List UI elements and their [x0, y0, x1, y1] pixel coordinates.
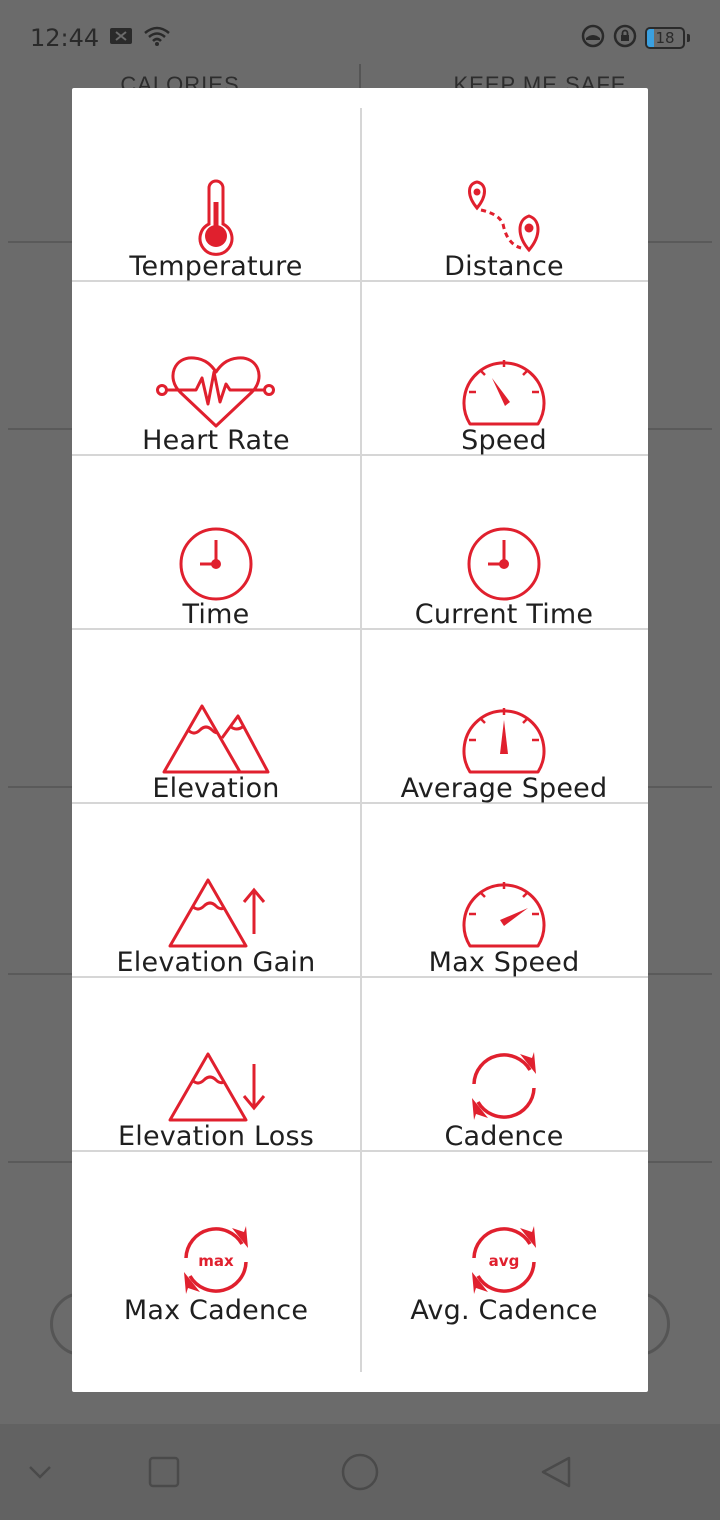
metric-max-cadence[interactable]: max Max Cadence	[72, 1150, 360, 1326]
thermometer-icon	[156, 144, 276, 256]
message-icon	[109, 26, 133, 50]
clock-icon	[156, 492, 276, 602]
back-button[interactable]	[532, 1448, 580, 1496]
metric-elevation-loss[interactable]: Elevation Loss	[72, 976, 360, 1152]
metric-label: Max Speed	[428, 947, 580, 978]
metric-label: Time	[182, 599, 250, 630]
speedometer-mid-icon	[444, 666, 564, 776]
metric-label: Speed	[461, 425, 547, 456]
metric-average-speed[interactable]: Average Speed	[360, 628, 648, 804]
speedometer-icon	[444, 318, 564, 428]
metric-label: Elevation	[152, 773, 280, 804]
wifi-icon	[143, 25, 171, 51]
status-time: 12:44	[30, 24, 100, 52]
mountains-icon	[156, 666, 276, 776]
metric-current-time[interactable]: Current Time	[360, 454, 648, 630]
home-button[interactable]	[336, 1448, 384, 1496]
metric-elevation-gain[interactable]: Elevation Gain	[72, 802, 360, 978]
metric-time[interactable]: Time	[72, 454, 360, 630]
metric-label: Avg. Cadence	[410, 1295, 598, 1326]
metric-label: Heart Rate	[142, 425, 290, 456]
metric-label: Current Time	[414, 599, 594, 630]
clock-icon	[444, 492, 564, 602]
vpn-lock-icon	[613, 24, 637, 52]
metric-label: Temperature	[129, 251, 303, 282]
battery-tip	[687, 34, 690, 42]
route-pins-icon	[444, 144, 564, 254]
metric-label: Distance	[444, 251, 564, 282]
mountain-down-icon	[156, 1014, 276, 1124]
icon-text: max	[198, 1252, 234, 1270]
cycle-arrows-max-icon: max	[156, 1188, 276, 1298]
cycle-arrows-icon	[444, 1014, 564, 1124]
metric-temperature[interactable]: Temperature	[72, 106, 360, 282]
metric-distance[interactable]: Distance	[360, 106, 648, 282]
metric-picker-dialog: Temperature Distance Heart Rate Speed Ti…	[72, 88, 648, 1392]
mountain-up-icon	[156, 840, 276, 950]
cycle-arrows-avg-icon: avg	[444, 1188, 564, 1298]
battery-icon: 18	[645, 27, 685, 49]
speedometer-max-icon	[444, 840, 564, 950]
metric-heart-rate[interactable]: Heart Rate	[72, 280, 360, 456]
recents-button[interactable]	[140, 1448, 188, 1496]
metric-label: Average Speed	[400, 773, 608, 804]
heart-rate-icon	[156, 318, 276, 428]
metric-label: Elevation Loss	[117, 1121, 315, 1152]
navigation-bar	[0, 1424, 720, 1520]
metric-label: Max Cadence	[123, 1295, 309, 1326]
metric-avg-cadence[interactable]: avg Avg. Cadence	[360, 1150, 648, 1326]
metric-cadence[interactable]: Cadence	[360, 976, 648, 1152]
metric-label: Cadence	[444, 1121, 564, 1152]
metric-speed[interactable]: Speed	[360, 280, 648, 456]
data-saver-icon	[581, 24, 605, 52]
chevron-down-icon[interactable]	[16, 1448, 64, 1496]
metric-max-speed[interactable]: Max Speed	[360, 802, 648, 978]
metric-label: Elevation Gain	[116, 947, 316, 978]
icon-text: avg	[489, 1252, 520, 1270]
metric-elevation[interactable]: Elevation	[72, 628, 360, 804]
